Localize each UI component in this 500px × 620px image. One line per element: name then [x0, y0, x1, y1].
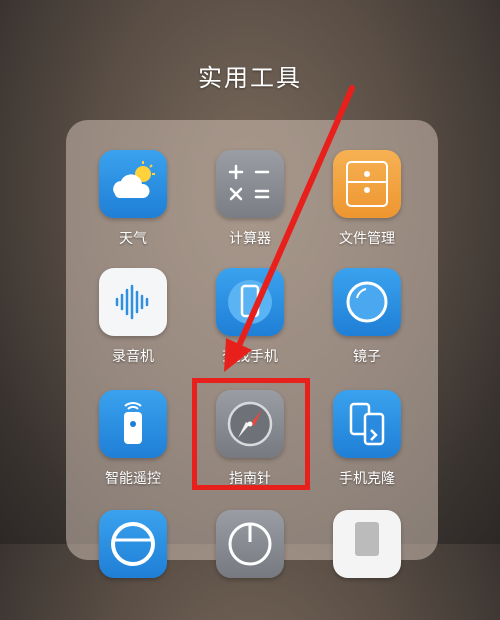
highlight-box [192, 378, 310, 490]
mirror-icon [333, 268, 401, 336]
app-mirror[interactable]: 镜子 [307, 268, 427, 378]
app-calculator[interactable]: 计算器 [190, 150, 310, 260]
folder-title: 实用工具 [198, 64, 302, 92]
remote-icon [99, 390, 167, 458]
app-label: 查找手机 [222, 349, 278, 365]
app-label: 文件管理 [339, 231, 395, 247]
app-file-manager[interactable]: 文件管理 [307, 150, 427, 260]
app-partial-2[interactable] [190, 510, 310, 620]
weather-icon [99, 150, 167, 218]
folder-icon [333, 150, 401, 218]
phone-clone-icon [333, 390, 401, 458]
app-phone-finder[interactable]: 查找手机 [190, 268, 310, 378]
steering-wheel-icon [99, 510, 167, 578]
app-partial-3[interactable] [307, 510, 427, 620]
app-label: 智能遥控 [105, 471, 161, 487]
app-recorder[interactable]: 录音机 [73, 268, 193, 378]
app-label: 录音机 [112, 349, 154, 365]
app-phone-clone[interactable]: 手机克隆 [307, 390, 427, 500]
sim-card-icon [333, 510, 401, 578]
phone-icon [216, 268, 284, 336]
app-weather[interactable]: 天气 [73, 150, 193, 260]
app-remote[interactable]: 智能遥控 [73, 390, 193, 500]
app-label: 镜子 [353, 349, 381, 365]
app-label: 天气 [119, 231, 147, 247]
soundwave-icon [99, 268, 167, 336]
download-icon [216, 510, 284, 578]
calculator-icon [216, 150, 284, 218]
app-label: 手机克隆 [339, 471, 395, 487]
app-label: 计算器 [229, 231, 271, 247]
app-partial-1[interactable] [73, 510, 193, 620]
